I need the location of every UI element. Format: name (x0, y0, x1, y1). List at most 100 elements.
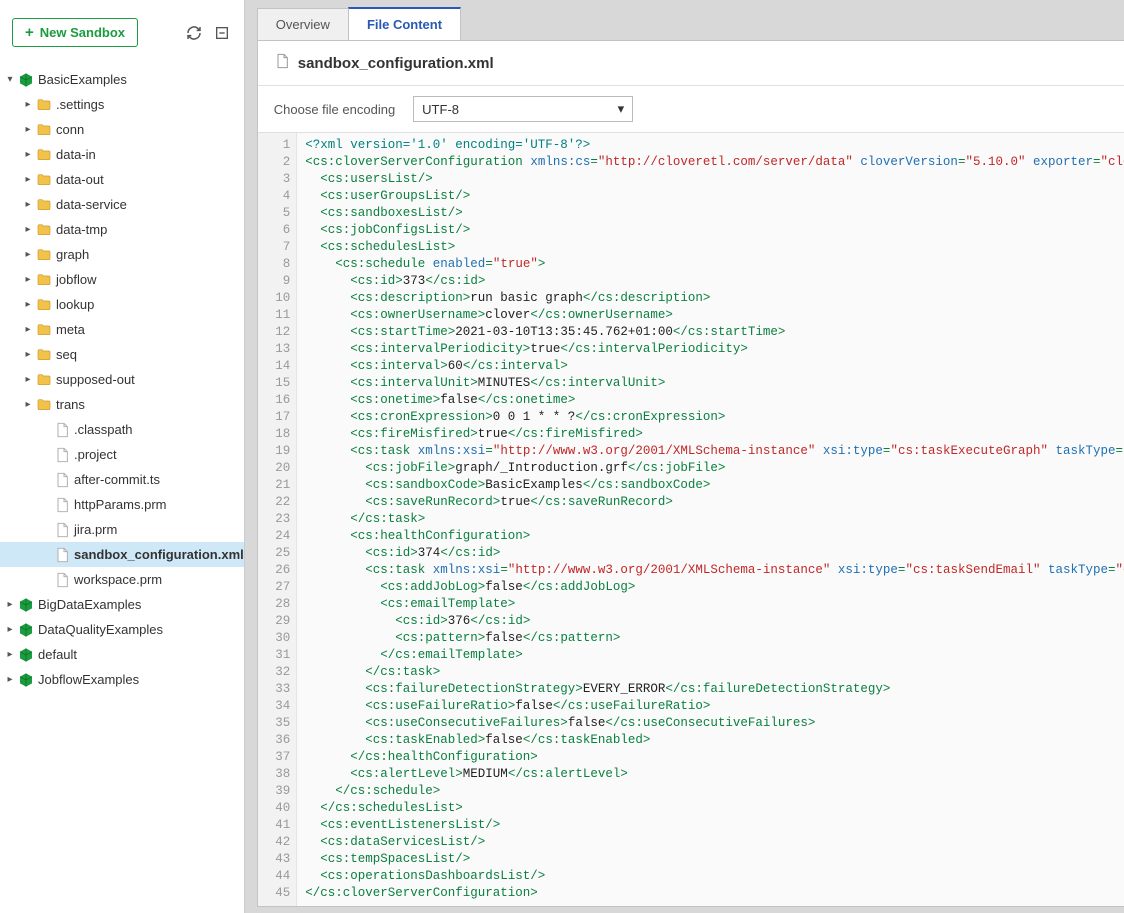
tree-label: jobflow (56, 272, 96, 287)
folder-icon (36, 272, 52, 288)
tab-file-content[interactable]: File Content (348, 7, 461, 40)
sandbox-icon (18, 622, 34, 638)
code-line: </cs:schedulesList> (305, 800, 1124, 817)
chevron-right-icon[interactable] (22, 124, 34, 135)
chevron-right-icon[interactable] (22, 374, 34, 385)
chevron-right-icon[interactable] (22, 224, 34, 235)
tree-row[interactable]: supposed-out (0, 367, 244, 392)
tree-row[interactable]: default (0, 642, 244, 667)
tree-row[interactable]: seq (0, 342, 244, 367)
tree-row[interactable]: DataQualityExamples (0, 617, 244, 642)
chevron-right-icon[interactable] (4, 674, 16, 685)
code-line: <cs:ownerUsername>clover</cs:ownerUserna… (305, 307, 1124, 324)
tree-row[interactable]: jobflow (0, 267, 244, 292)
tree-row[interactable]: workspace.prm (0, 567, 244, 592)
refresh-icon[interactable] (184, 23, 204, 43)
tree-label: supposed-out (56, 372, 135, 387)
collapse-icon[interactable] (212, 23, 232, 43)
code-line: <cs:sandboxCode>BasicExamples</cs:sandbo… (305, 477, 1124, 494)
code-line: <cs:intervalUnit>MINUTES</cs:intervalUni… (305, 375, 1124, 392)
chevron-right-icon[interactable] (22, 349, 34, 360)
tree-row[interactable]: after-commit.ts (0, 467, 244, 492)
code-line: </cs:cloverServerConfiguration> (305, 885, 1124, 902)
tree-row[interactable]: JobflowExamples (0, 667, 244, 692)
tree-row[interactable]: graph (0, 242, 244, 267)
file-header: sandbox_configuration.xml (258, 41, 1124, 86)
file-icon (54, 447, 70, 463)
code-line: <cs:taskEnabled>false</cs:taskEnabled> (305, 732, 1124, 749)
chevron-right-icon[interactable] (22, 149, 34, 160)
tree-row[interactable]: BigDataExamples (0, 592, 244, 617)
code-line: <cs:pattern>false</cs:pattern> (305, 630, 1124, 647)
chevron-right-icon[interactable] (22, 324, 34, 335)
line-gutter: 1 2 3 4 5 6 7 8 9 10 11 12 13 14 15 16 1… (258, 133, 298, 906)
chevron-right-icon[interactable] (22, 399, 34, 410)
tree-label: .settings (56, 97, 104, 112)
tree-label: data-service (56, 197, 127, 212)
tabs: Overview File Content (257, 6, 1124, 40)
chevron-right-icon[interactable] (22, 99, 34, 110)
tree-label: default (38, 647, 77, 662)
tree-row[interactable]: jira.prm (0, 517, 244, 542)
code-line: <cs:failureDetectionStrategy>EVERY_ERROR… (305, 681, 1124, 698)
code-line: </cs:task> (305, 664, 1124, 681)
encoding-bar: Choose file encoding UTF-8 ▾ HEX mode (258, 86, 1124, 133)
folder-icon (36, 322, 52, 338)
code-line: </cs:task> (305, 511, 1124, 528)
code-line: <cs:jobFile>graph/_Introduction.grf</cs:… (305, 460, 1124, 477)
tree-label: graph (56, 247, 89, 262)
tree-label: meta (56, 322, 85, 337)
chevron-right-icon[interactable] (4, 624, 16, 635)
right-panel: Overview File Content sandbox_configurat… (245, 0, 1124, 913)
chevron-right-icon[interactable] (22, 174, 34, 185)
tree-row[interactable]: trans (0, 392, 244, 417)
chevron-down-icon: ▾ (618, 101, 625, 117)
file-tree[interactable]: BasicExamples .settings conndata-in data-ou… (0, 65, 244, 913)
code-line: <cs:schedulesList> (305, 239, 1124, 256)
chevron-right-icon[interactable] (4, 599, 16, 610)
chevron-right-icon[interactable] (22, 249, 34, 260)
code-line: <cs:usersList/> (305, 171, 1124, 188)
file-title: sandbox_configuration.xml (274, 53, 494, 73)
code-line: <cs:userGroupsList/> (305, 188, 1124, 205)
tree-row[interactable]: data-out (0, 167, 244, 192)
code-line: <cs:onetime>false</cs:onetime> (305, 392, 1124, 409)
code-line: <cs:task xmlns:xsi="http://www.w3.org/20… (305, 443, 1124, 460)
chevron-right-icon[interactable] (22, 299, 34, 310)
code-line: <cs:useConsecutiveFailures>false</cs:use… (305, 715, 1124, 732)
tree-label: data-out (56, 172, 104, 187)
file-icon (54, 497, 70, 513)
left-toolbar: + New Sandbox (0, 0, 244, 65)
encoding-select[interactable]: UTF-8 ▾ (413, 96, 633, 122)
tree-row[interactable]: data-tmp (0, 217, 244, 242)
tree-row[interactable]: httpParams.prm (0, 492, 244, 517)
code-line: </cs:schedule> (305, 783, 1124, 800)
tree-row[interactable]: data-service (0, 192, 244, 217)
tab-overview[interactable]: Overview (257, 8, 349, 40)
code-line: <cs:id>373</cs:id> (305, 273, 1124, 290)
code-editor[interactable]: 1 2 3 4 5 6 7 8 9 10 11 12 13 14 15 16 1… (258, 133, 1124, 906)
sandbox-icon (18, 597, 34, 613)
tree-row[interactable]: conn (0, 117, 244, 142)
tree-row[interactable]: .classpath (0, 417, 244, 442)
folder-icon (36, 197, 52, 213)
code-line: <cs:description>run basic graph</cs:desc… (305, 290, 1124, 307)
chevron-down-icon[interactable] (4, 74, 16, 85)
tree-row[interactable]: meta (0, 317, 244, 342)
tree-row[interactable]: lookup (0, 292, 244, 317)
chevron-right-icon[interactable] (4, 649, 16, 660)
tree-row[interactable]: BasicExamples (0, 67, 244, 92)
tree-row[interactable]: .project (0, 442, 244, 467)
code-line: <?xml version='1.0' encoding='UTF-8'?> (305, 137, 1124, 154)
chevron-right-icon[interactable] (22, 199, 34, 210)
tree-label: .classpath (74, 422, 133, 437)
chevron-right-icon[interactable] (22, 274, 34, 285)
tree-row[interactable]: sandbox_configuration.xml (0, 542, 244, 567)
code-line: <cs:schedule enabled="true"> (305, 256, 1124, 273)
new-sandbox-button[interactable]: + New Sandbox (12, 18, 138, 47)
encoding-value: UTF-8 (422, 102, 459, 117)
tree-row[interactable]: data-in (0, 142, 244, 167)
new-sandbox-label: New Sandbox (40, 25, 125, 40)
code-line: <cs:alertLevel>MEDIUM</cs:alertLevel> (305, 766, 1124, 783)
tree-row[interactable]: .settings (0, 92, 244, 117)
